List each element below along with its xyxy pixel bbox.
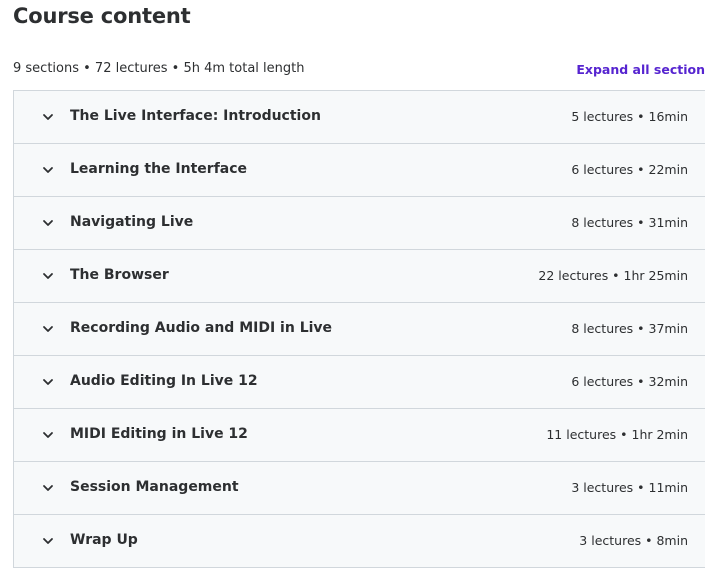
section-meta: 3 lectures • 11min [571, 480, 688, 495]
section-title: The Live Interface: Introduction [70, 108, 321, 124]
section-meta: 6 lectures • 22min [571, 162, 688, 177]
chevron-down-icon [41, 375, 55, 389]
section-row[interactable]: Audio Editing In Live 12 6 lectures • 32… [14, 356, 705, 409]
section-meta: 3 lectures • 8min [579, 533, 688, 548]
course-summary: 9 sections • 72 lectures • 5h 4m total l… [13, 61, 305, 76]
section-title: Navigating Live [70, 214, 194, 230]
section-row[interactable]: Session Management 3 lectures • 11min [14, 462, 705, 515]
expand-all-sections-button[interactable]: Expand all section [576, 62, 705, 77]
chevron-down-icon [41, 481, 55, 495]
course-content-panel: Course content 9 sections • 72 lectures … [0, 0, 705, 568]
section-row[interactable]: Navigating Live 8 lectures • 31min [14, 197, 705, 250]
chevron-down-icon [41, 534, 55, 548]
section-title: Session Management [70, 479, 239, 495]
section-meta: 22 lectures • 1hr 25min [538, 268, 688, 283]
chevron-down-icon [41, 216, 55, 230]
section-list: The Live Interface: Introduction 5 lectu… [13, 90, 705, 568]
section-title: Recording Audio and MIDI in Live [70, 320, 333, 336]
section-title: MIDI Editing in Live 12 [70, 426, 248, 442]
section-row[interactable]: The Browser 22 lectures • 1hr 25min [14, 250, 705, 303]
section-title: Wrap Up [70, 532, 138, 548]
section-meta: 5 lectures • 16min [571, 109, 688, 124]
chevron-down-icon [41, 428, 55, 442]
section-row[interactable]: Recording Audio and MIDI in Live 8 lectu… [14, 303, 705, 356]
section-row[interactable]: Wrap Up 3 lectures • 8min [14, 515, 705, 567]
chevron-down-icon [41, 269, 55, 283]
section-title: The Browser [70, 267, 169, 283]
chevron-down-icon [41, 163, 55, 177]
page-title: Course content [13, 4, 191, 28]
section-meta: 6 lectures • 32min [571, 374, 688, 389]
course-summary-row: 9 sections • 72 lectures • 5h 4m total l… [13, 61, 705, 79]
chevron-down-icon [41, 110, 55, 124]
section-row[interactable]: MIDI Editing in Live 12 11 lectures • 1h… [14, 409, 705, 462]
section-row[interactable]: Learning the Interface 6 lectures • 22mi… [14, 144, 705, 197]
chevron-down-icon [41, 322, 55, 336]
section-row[interactable]: The Live Interface: Introduction 5 lectu… [14, 91, 705, 144]
section-meta: 8 lectures • 37min [571, 321, 688, 336]
section-title: Audio Editing In Live 12 [70, 373, 258, 389]
section-title: Learning the Interface [70, 161, 248, 177]
section-meta: 8 lectures • 31min [571, 215, 688, 230]
section-meta: 11 lectures • 1hr 2min [546, 427, 688, 442]
